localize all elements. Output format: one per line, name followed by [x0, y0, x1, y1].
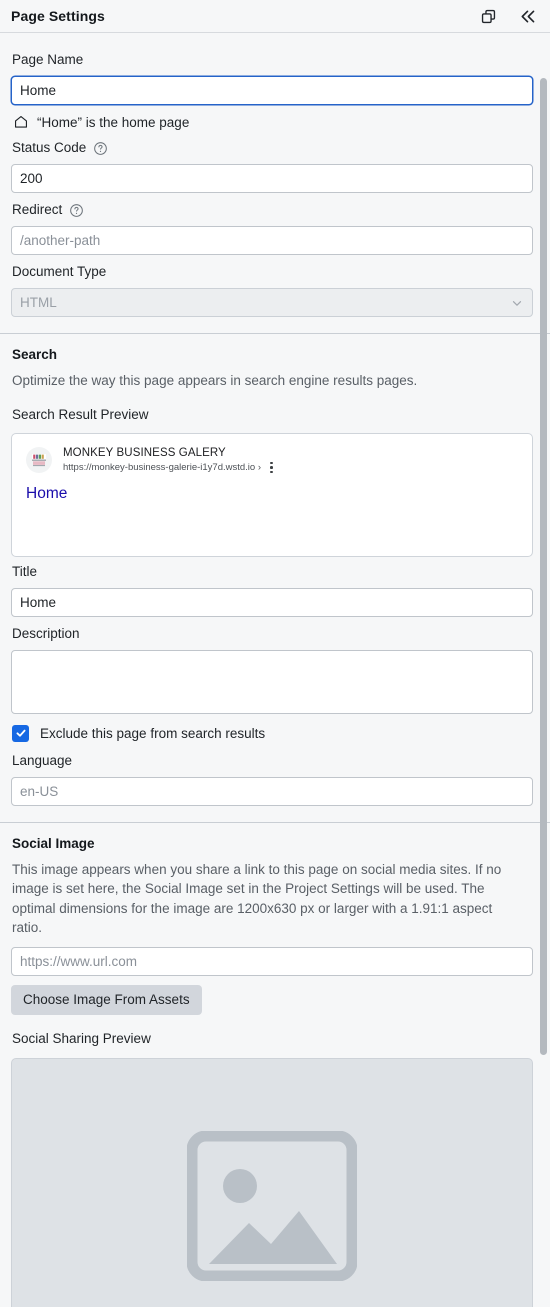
- scrollbar-track[interactable]: [538, 66, 550, 1307]
- preview-site-url: https://monkey-business-galerie-i1y7d.ws…: [63, 461, 262, 473]
- social-sharing-preview-label: Social Sharing Preview: [12, 1030, 151, 1046]
- image-placeholder-icon: [187, 1130, 357, 1281]
- search-section-title: Search: [12, 347, 58, 362]
- help-circle-icon[interactable]: [93, 141, 108, 156]
- page-name-label: Page Name: [12, 52, 84, 67]
- exclude-from-search-label: Exclude this page from search results: [40, 725, 266, 741]
- site-favicon: [26, 446, 52, 473]
- duplicate-icon[interactable]: [477, 5, 499, 27]
- redirect-label: Redirect: [11, 195, 533, 226]
- status-code-label: Status Code: [11, 133, 533, 164]
- status-code-field: Status Code: [11, 133, 533, 193]
- seo-description-input[interactable]: [11, 649, 533, 714]
- seo-title-field: Title: [11, 557, 533, 617]
- preview-site-name: MONKEY BUSINESS GALERY: [63, 446, 226, 459]
- chevron-double-left-icon[interactable]: [516, 5, 538, 27]
- page-settings-panel: Page Settings Page Name Home “Home” is t…: [0, 0, 550, 1307]
- preview-text-block: MONKEY BUSINESS GALERY https://monkey-bu…: [63, 446, 273, 475]
- seo-description-field: Description: [11, 619, 533, 714]
- seo-title-input[interactable]: [11, 587, 533, 617]
- document-type-select[interactable]: [11, 288, 533, 317]
- seo-description-label: Description: [12, 625, 80, 641]
- exclude-from-search-checkbox[interactable]: [12, 724, 29, 742]
- social-image-section: Social Image This image appears when you…: [0, 821, 550, 1307]
- panel-header: Page Settings: [0, 0, 550, 33]
- seo-title-label: Title: [12, 563, 38, 579]
- settings-scroll-area: Page Name “Home” is the home page Status…: [0, 33, 550, 1307]
- search-result-preview-label: Search Result Preview: [12, 406, 149, 422]
- home-page-hint-text: “Home” is the home page: [37, 114, 190, 130]
- language-input[interactable]: [11, 776, 533, 806]
- language-label: Language: [12, 752, 73, 768]
- language-field: Language: [11, 746, 533, 806]
- redirect-field: Redirect: [11, 195, 533, 255]
- social-image-title: Social Image: [12, 835, 95, 851]
- home-page-hint: “Home” is the home page: [11, 107, 533, 133]
- scrollbar-thumb[interactable]: [540, 78, 547, 1055]
- kebab-menu-icon[interactable]: [270, 461, 273, 474]
- status-code-input[interactable]: [11, 164, 533, 193]
- page-name-input[interactable]: [11, 76, 533, 105]
- search-result-preview: MONKEY BUSINESS GALERY https://monkey-bu…: [11, 432, 533, 557]
- preview-url-row: https://monkey-business-galerie-i1y7d.ws…: [63, 461, 273, 475]
- social-sharing-preview: [11, 1057, 533, 1307]
- preview-result-title[interactable]: Home: [26, 484, 518, 504]
- search-section-description: Optimize the way this page appears in se…: [12, 373, 418, 388]
- choose-image-from-assets-button[interactable]: Choose Image From Assets: [11, 984, 202, 1015]
- social-image-description: This image appears when you share a link…: [12, 861, 502, 936]
- page-name-field: Page Name: [11, 45, 533, 105]
- help-circle-icon[interactable]: [69, 203, 84, 218]
- redirect-input[interactable]: [11, 226, 533, 255]
- document-type-label: Document Type: [12, 264, 107, 279]
- search-section: Search Optimize the way this page appear…: [0, 333, 550, 822]
- social-image-url-input[interactable]: [11, 946, 533, 976]
- document-type-select-wrap: [11, 288, 533, 317]
- exclude-from-search-row[interactable]: Exclude this page from search results: [11, 716, 533, 746]
- home-icon: [13, 114, 29, 130]
- preview-header-row: MONKEY BUSINESS GALERY https://monkey-bu…: [26, 446, 518, 475]
- page-title: Page Settings: [11, 8, 105, 24]
- document-type-field: Document Type: [11, 257, 533, 317]
- header-actions: [477, 5, 538, 27]
- general-section: Page Name “Home” is the home page Status…: [0, 33, 550, 333]
